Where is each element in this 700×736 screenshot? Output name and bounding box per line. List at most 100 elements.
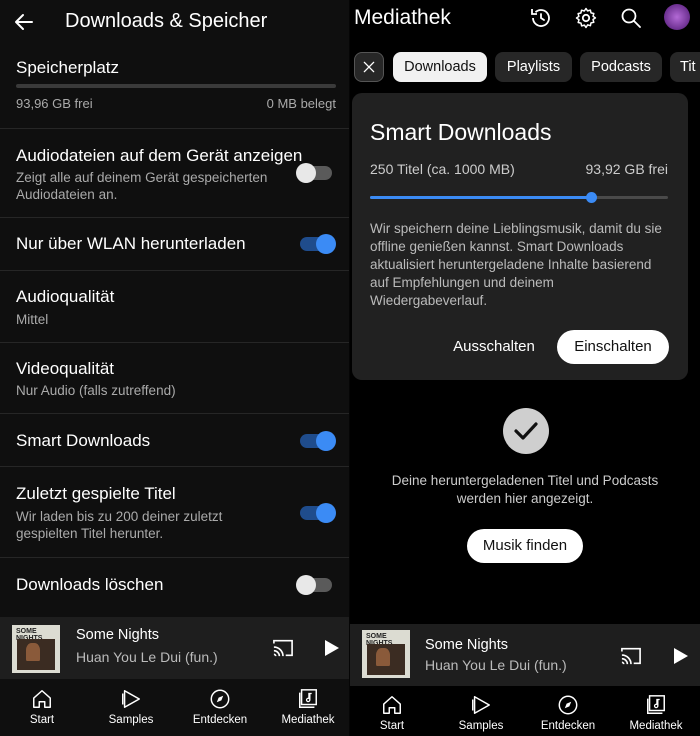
song-title: Some Nights — [425, 637, 509, 653]
setting-subtitle: Nur Audio (falls zutreffend) — [16, 383, 176, 398]
home-icon — [383, 696, 401, 714]
slider-fill — [370, 196, 591, 199]
toggle-knob — [296, 575, 316, 595]
chip-podcasts[interactable]: Podcasts — [580, 52, 662, 82]
compass-icon — [210, 689, 230, 709]
nav-label: Mediathek — [629, 720, 683, 732]
toggle-knob — [316, 234, 336, 254]
toggle-knob — [296, 163, 316, 183]
chip-playlists[interactable]: Playlists — [495, 52, 572, 82]
samples-icon — [122, 690, 140, 708]
page-title: Downloads & Speicher — [65, 10, 268, 32]
bottom-nav: Start Samples Entdecken Mediathek — [350, 688, 700, 736]
gear-icon[interactable] — [574, 6, 598, 30]
chip-downloads[interactable]: Downloads — [393, 52, 487, 82]
play-icon[interactable] — [321, 638, 341, 658]
mini-player[interactable]: SOME NIGHTS Some Nights Huan You Le Dui … — [0, 617, 350, 679]
nav-label: Entdecken — [192, 714, 248, 726]
song-title: Some Nights — [76, 627, 160, 643]
setting-show-local-audio[interactable]: Audiodateien auf dem Gerät anzeigen Zeig… — [0, 128, 350, 217]
setting-title: Audiodateien auf dem Gerät anzeigen — [16, 146, 303, 165]
setting-title: Zuletzt gespielte Titel — [16, 484, 176, 503]
nav-item-samples[interactable]: Samples — [441, 688, 521, 736]
smart-downloads-slider[interactable] — [370, 192, 668, 203]
nav-item-mediathek[interactable]: Mediathek — [616, 688, 696, 736]
nav-item-entdecken[interactable]: Entdecken — [180, 682, 260, 736]
album-cover: SOME NIGHTS — [12, 625, 60, 673]
nav-item-entdecken[interactable]: Entdecken — [528, 688, 608, 736]
nav-label: Entdecken — [540, 720, 596, 732]
samples-icon — [472, 696, 490, 714]
library-screen: Mediathek Downloads Playlists Podcasts T… — [350, 0, 700, 736]
setting-delete-downloads[interactable]: Downloads löschen — [0, 557, 350, 615]
song-artist: Huan You Le Dui (fun.) — [76, 649, 218, 665]
album-cover-figure — [376, 648, 390, 666]
setting-wifi-only[interactable]: Nur über WLAN herunterladen — [0, 217, 350, 270]
nav-label: Mediathek — [281, 714, 335, 726]
settings-screen: Downloads & Speicher Speicherplatz 93,96… — [0, 0, 350, 736]
toggle-smart-downloads[interactable] — [300, 431, 336, 451]
page-title: Mediathek — [354, 6, 451, 29]
nav-item-mediathek[interactable]: Mediathek — [268, 682, 348, 736]
filter-chips: Downloads Playlists Podcasts Tit — [354, 52, 700, 82]
setting-subtitle: Wir laden bis zu 200 deiner zuletzt gesp… — [16, 509, 223, 541]
setting-smart-downloads[interactable]: Smart Downloads — [0, 413, 350, 466]
close-icon — [363, 61, 375, 73]
storage-used: 0 MB belegt — [266, 96, 336, 111]
toggle-recently-played[interactable] — [300, 503, 336, 523]
smart-downloads-free: 93,92 GB frei — [585, 161, 669, 177]
smart-downloads-card: Smart Downloads 250 Titel (ca. 1000 MB) … — [352, 93, 688, 380]
album-cover: SOME NIGHTS — [362, 630, 410, 678]
home-icon — [33, 690, 51, 708]
library-icon — [647, 695, 665, 714]
toggle-wifi-only[interactable] — [300, 234, 336, 254]
setting-title: Downloads löschen — [16, 575, 164, 594]
nav-label: Start — [29, 714, 55, 726]
cast-icon[interactable] — [272, 638, 294, 658]
toggle-knob — [316, 503, 336, 523]
setting-video-quality[interactable]: Videoqualität Nur Audio (falls zutreffen… — [0, 342, 350, 413]
storage-bar — [16, 84, 336, 88]
setting-subtitle: Zeigt alle auf deinem Gerät gespeicherte… — [16, 170, 268, 202]
nav-item-samples[interactable]: Samples — [91, 682, 171, 736]
smart-downloads-description: Wir speichern deine Lieblingsmusik, dami… — [370, 221, 662, 308]
arrow-left-icon[interactable] — [12, 10, 36, 34]
chips-close-button[interactable] — [354, 52, 384, 82]
storage-free: 93,96 GB frei — [16, 96, 93, 111]
library-icon — [299, 689, 317, 708]
search-icon[interactable] — [619, 6, 643, 30]
toggle-knob — [316, 431, 336, 451]
toggle-delete-downloads[interactable] — [296, 575, 332, 595]
setting-title: Videoqualität — [16, 359, 114, 378]
play-icon[interactable] — [670, 646, 690, 666]
turn-on-button[interactable]: Einschalten — [557, 330, 669, 364]
settings-header: Downloads & Speicher — [0, 0, 350, 44]
storage-section: Speicherplatz 93,96 GB frei 0 MB belegt — [16, 58, 336, 111]
song-artist: Huan You Le Dui (fun.) — [425, 657, 567, 673]
empty-state-text: Deine heruntergeladenen Titel und Podcas… — [391, 473, 659, 506]
cast-icon[interactable] — [620, 646, 642, 666]
setting-audio-quality[interactable]: Audioqualität Mittel — [0, 270, 350, 342]
turn-off-button[interactable]: Ausschalten — [451, 330, 537, 364]
storage-label: Speicherplatz — [16, 58, 120, 77]
nav-label: Samples — [458, 720, 504, 732]
chip-titles[interactable]: Tit — [670, 52, 700, 82]
history-icon[interactable] — [529, 6, 553, 30]
toggle-show-local-audio[interactable] — [296, 163, 332, 183]
setting-recently-played[interactable]: Zuletzt gespielte Titel Wir laden bis zu… — [0, 466, 350, 557]
smart-downloads-count: 250 Titel (ca. 1000 MB) — [370, 161, 515, 177]
nav-item-start[interactable]: Start — [2, 682, 82, 736]
check-circle-icon — [503, 408, 549, 454]
setting-title: Smart Downloads — [16, 431, 151, 450]
avatar[interactable] — [664, 4, 690, 30]
album-cover-figure — [26, 643, 40, 661]
nav-label: Samples — [108, 714, 154, 726]
setting-title: Audioqualität — [16, 287, 115, 306]
mini-player[interactable]: SOME NIGHTS Some Nights Huan You Le Dui … — [350, 624, 700, 686]
smart-downloads-title: Smart Downloads — [370, 119, 552, 145]
check-icon — [514, 422, 538, 440]
nav-item-start[interactable]: Start — [352, 688, 432, 736]
slider-thumb[interactable] — [585, 192, 597, 203]
find-music-button[interactable]: Musik finden — [467, 529, 583, 563]
compass-icon — [558, 695, 578, 715]
